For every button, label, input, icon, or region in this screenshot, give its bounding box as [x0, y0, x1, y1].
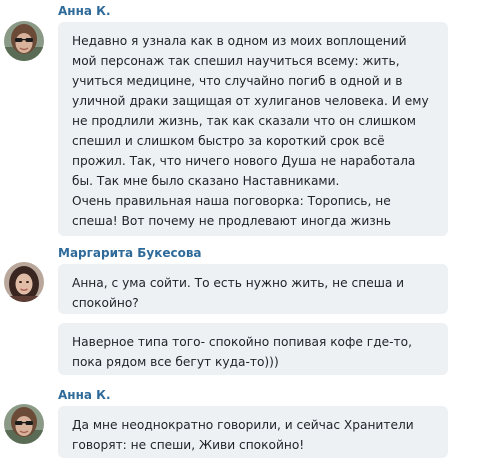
message-author[interactable]: Маргарита Букесова: [58, 246, 202, 260]
message-text-line: уличной драки защищая от хулиганов челов…: [72, 94, 429, 108]
message-text-line: прожил. Так, что ничего нового Душа не н…: [72, 154, 416, 168]
user-avatar-icon: [4, 262, 44, 302]
message-bubble: Недавно я узнала как в одном из моих воп…: [58, 22, 448, 236]
message-text-line: спешил и слишком быстро за короткий срок…: [72, 134, 385, 148]
message-bubble: Анна, с ума сойти. То есть нужно жить, н…: [58, 264, 448, 314]
message-text-line: Наверное типа того- спокойно попивая коф…: [72, 335, 412, 349]
message-text-line: Анна, с ума сойти. То есть нужно жить, н…: [72, 276, 405, 290]
user-avatar-icon: [4, 404, 44, 444]
user-avatar-icon: [4, 21, 44, 61]
avatar[interactable]: [4, 404, 44, 444]
message-text-line: не продлили жизнь, так как сказали что о…: [72, 114, 416, 128]
message-author[interactable]: Анна К.: [58, 4, 111, 18]
message-text-line: спеша! Вот почему не продлевают иногда ж…: [72, 214, 391, 228]
message-text-line: мой персонаж так спешил научиться всему:…: [72, 54, 400, 68]
message-text-line: говорят: не спеши, Живи спокойно!: [72, 438, 305, 452]
message-text-line: Да мне неоднократно говорили, и сейчас Х…: [72, 418, 414, 432]
avatar[interactable]: [4, 21, 44, 61]
message-text-line: спокойно?: [72, 296, 139, 310]
message-bubble: Наверное типа того- спокойно попивая коф…: [58, 323, 448, 375]
message-bubble: Да мне неоднократно говорили, и сейчас Х…: [58, 406, 448, 458]
message-text-line: Очень правильная наша поговорка: Торопис…: [72, 194, 391, 208]
message-text-line: пока рядом все бегут куда-то))): [72, 355, 279, 369]
chat-thread: Анна К. Недавно я узнала как в одном из …: [0, 0, 492, 461]
message-text-line: учиться медицине, что случайно погиб в о…: [72, 74, 403, 88]
message-text-line: бы. Так мне было сказано Наставниками.: [72, 174, 340, 188]
avatar[interactable]: [4, 262, 44, 302]
message-author[interactable]: Анна К.: [58, 388, 111, 402]
message-text-line: Недавно я узнала как в одном из моих воп…: [72, 34, 407, 48]
